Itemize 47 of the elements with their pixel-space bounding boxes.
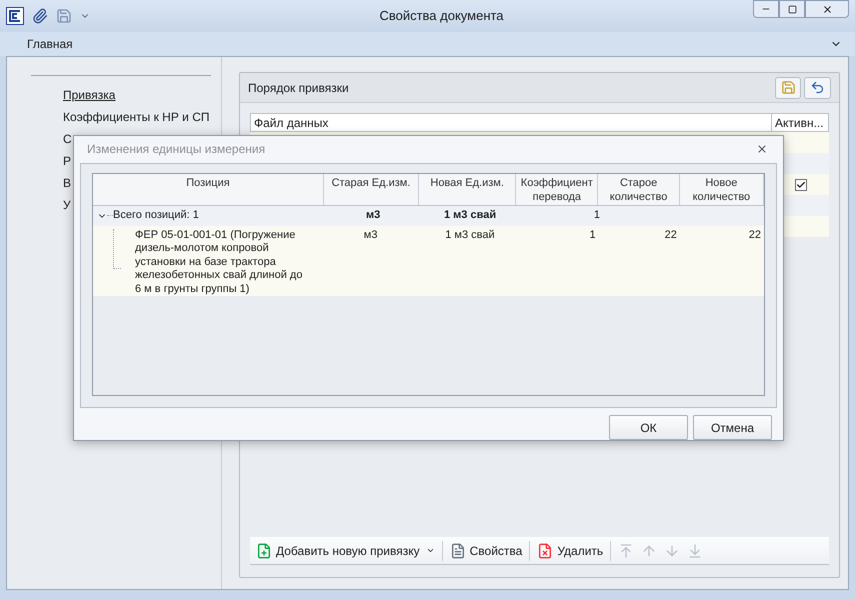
window-title: Свойства документа [379, 7, 504, 26]
toolbar-button[interactable]: Удалить [535, 540, 606, 562]
column-header: Старое количество [598, 174, 680, 205]
dialog-title: Изменения единицы измерения [87, 141, 266, 158]
table-cell-text: ФЕР 05-01-001-01 (Погружение дизель-молотом копровой установки на базе трактора железобетонных свай длиной до 6 м в грунты группы 1) [135, 228, 304, 296]
sidebar-link[interactable]: У [63, 196, 71, 211]
table-cell-text: 1 м3 свай [443, 208, 498, 224]
table-cell-text: 1 м3 свай [444, 228, 496, 242]
close-button[interactable] [805, 0, 849, 18]
maximize-button[interactable] [779, 0, 805, 18]
column-header: Старая Ед.изм. [324, 174, 420, 205]
column-header: Активн... [774, 115, 825, 131]
table-cell-text: м3 [365, 208, 382, 224]
table-cell-text: 22 [664, 228, 678, 242]
sidebar-link[interactable]: Коэффициенты к НР и СП [63, 108, 210, 123]
undo-button[interactable] [804, 76, 831, 98]
table-cell-text: 1 [588, 228, 597, 242]
dropdown-caret-icon [426, 546, 435, 555]
table-cell-text: 1 [592, 208, 601, 224]
close-icon [822, 4, 832, 14]
sidebar-link[interactable]: С [63, 130, 72, 145]
app-logo-icon [6, 7, 24, 25]
group-label: Всего позиций: 1 [113, 208, 199, 224]
file-plus-icon [256, 542, 272, 558]
toolbar-button[interactable]: Свойства [448, 540, 524, 562]
sidebar-link[interactable]: Р [63, 152, 72, 167]
paperclip-icon[interactable] [32, 8, 48, 24]
table-cell-text: 22 [748, 228, 762, 242]
maximize-icon [788, 4, 796, 14]
column-header: Позиция [93, 174, 324, 205]
ribbon-tab[interactable]: Главная [27, 35, 73, 53]
toolbar-button[interactable]: Добавить новую привязку [254, 540, 437, 562]
column-header: Новое количество [680, 174, 764, 205]
table-cell-text: м3 [362, 228, 378, 242]
column-header: Коэффициент перевода [516, 174, 598, 205]
panel-title: Порядок привязки [248, 80, 350, 96]
column-header: Файл данных [251, 114, 772, 131]
close-icon [756, 143, 768, 156]
sidebar-link[interactable]: В [63, 174, 72, 189]
sidebar-link[interactable]: Привязка [63, 86, 116, 101]
checkbox[interactable] [795, 178, 807, 190]
file-delete-icon [537, 542, 554, 558]
undo-icon [810, 80, 825, 95]
document-icon [450, 542, 466, 558]
dialog-button[interactable]: Отмена [693, 415, 772, 440]
dialog-button[interactable]: ОК [609, 415, 688, 440]
column-header: Новая Ед.изм. [419, 174, 516, 205]
